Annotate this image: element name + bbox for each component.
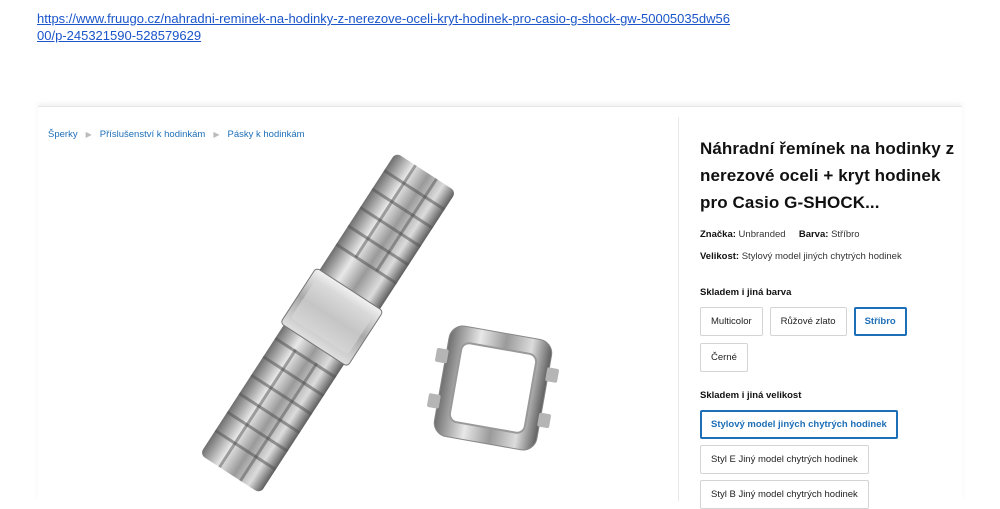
size-label: Velikost:	[700, 251, 740, 262]
breadcrumb-item-watch-accessories[interactable]: Příslušenství k hodinkám	[100, 129, 206, 140]
size-value: Stylový model jiných chytrých hodinek	[741, 251, 902, 262]
color-option-rose-gold[interactable]: Růžové zlato	[769, 307, 847, 336]
product-details: Náhradní řemínek na hodinky z nerezové o…	[700, 117, 962, 509]
product-attributes: Značka: Unbranded Barva: Stříbro Velikos…	[700, 228, 962, 264]
size-options-label: Skladem i jiná velikost	[700, 390, 802, 401]
size-options: Stylový model jiných chytrých hodinek St…	[700, 410, 950, 509]
color-options: Multicolor Růžové zlato Stříbro Černé	[700, 307, 950, 372]
breadcrumb-item-watch-straps[interactable]: Pásky k hodinkám	[228, 129, 305, 140]
breadcrumb: Šperky ▶ Příslušenství k hodinkám ▶ Pásk…	[48, 129, 305, 140]
brand-value: Unbranded	[738, 229, 786, 240]
size-option-stylish-model[interactable]: Stylový model jiných chytrých hodinek	[700, 410, 898, 439]
chevron-right-icon: ▶	[213, 130, 220, 139]
product-title: Náhradní řemínek na hodinky z nerezové o…	[700, 139, 955, 212]
breadcrumb-item-jewelry[interactable]: Šperky	[48, 129, 78, 140]
size-option-style-b[interactable]: Styl B Jiný model chytrých hodinek	[700, 480, 869, 509]
color-option-black[interactable]: Černé	[700, 343, 748, 372]
product-page: Šperky ▶ Příslušenství k hodinkám ▶ Pásk…	[38, 106, 962, 509]
chevron-right-icon: ▶	[85, 130, 92, 139]
color-label: Barva:	[798, 229, 829, 240]
color-option-multicolor[interactable]: Multicolor	[700, 307, 763, 336]
brand-label: Značka:	[700, 229, 736, 240]
page-url-link[interactable]: https://www.fruugo.cz/nahradni-reminek-n…	[37, 10, 737, 44]
color-option-silver[interactable]: Stříbro	[853, 307, 907, 336]
product-image[interactable]	[128, 143, 588, 501]
column-divider	[678, 117, 679, 501]
color-value: Stříbro	[831, 229, 860, 240]
color-options-label: Skladem i jiná barva	[700, 287, 792, 298]
size-option-style-e[interactable]: Styl E Jiný model chytrých hodinek	[700, 445, 869, 474]
